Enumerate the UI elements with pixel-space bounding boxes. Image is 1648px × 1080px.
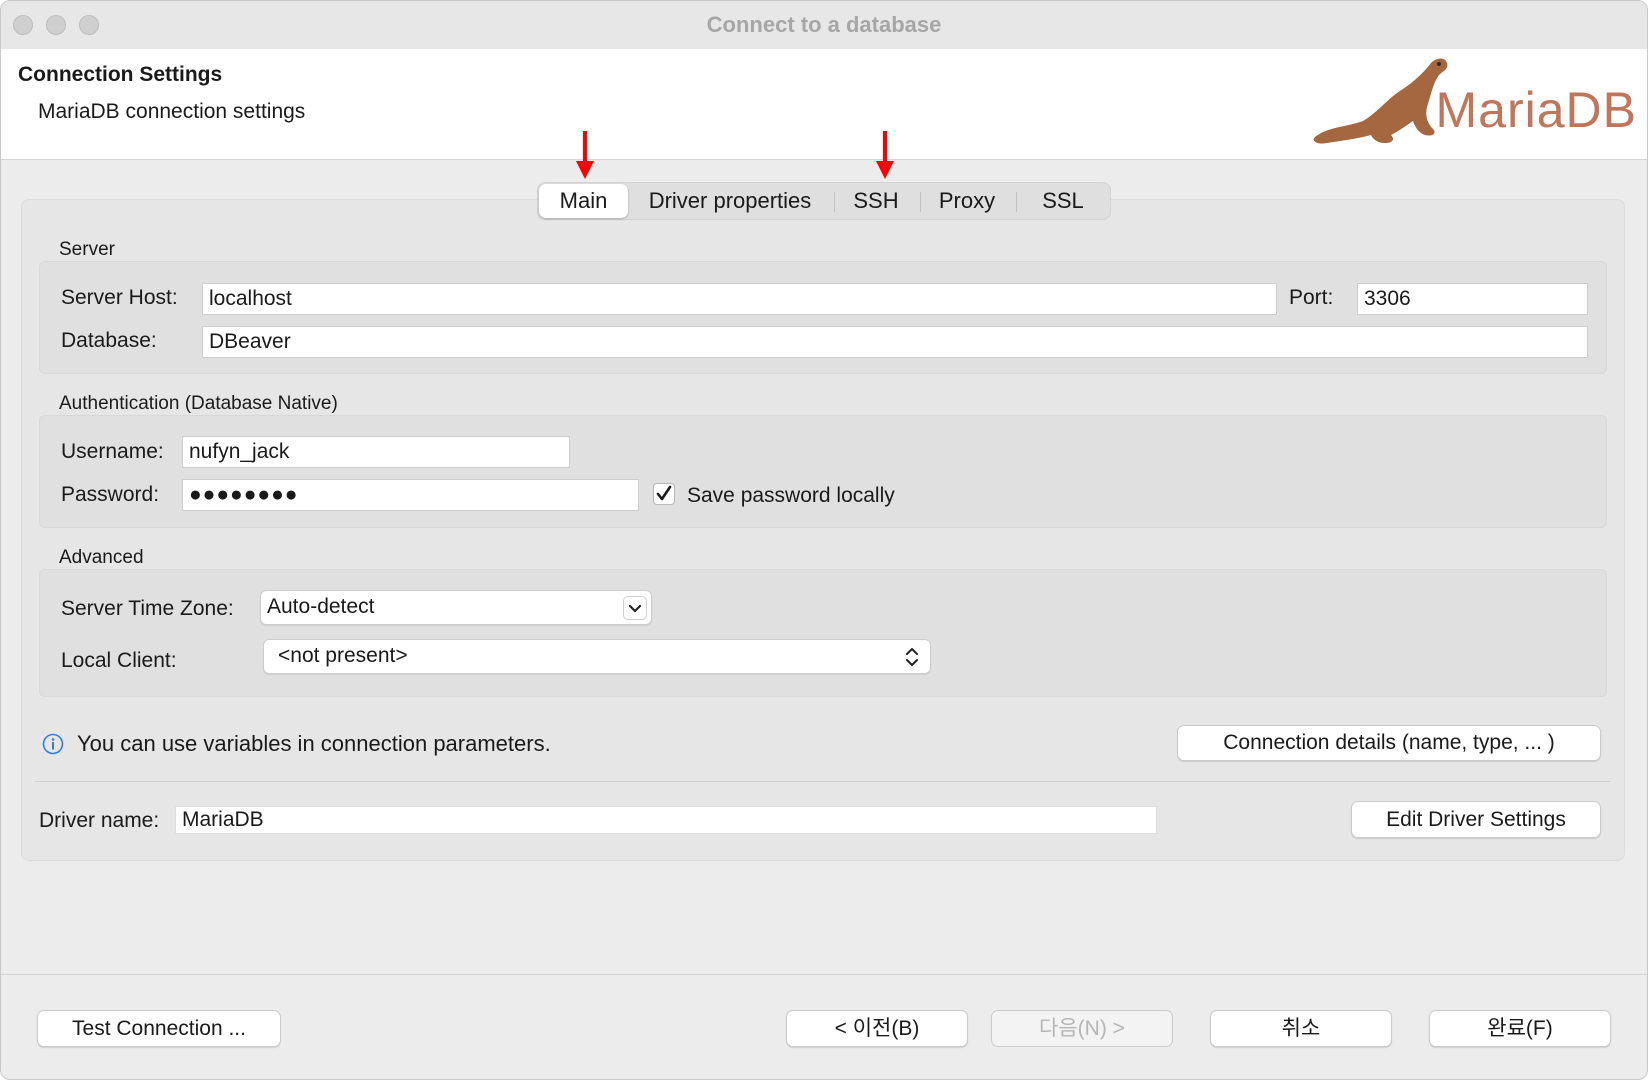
dialog-window: Connect to a database Connection Setting… [0, 0, 1648, 1080]
driver-name-field: MariaDB [175, 806, 1157, 834]
username-input[interactable]: nufyn_jack [182, 436, 570, 468]
advanced-group-title: Advanced [59, 547, 144, 568]
tab-separator [1016, 192, 1017, 212]
server-host-label: Server Host: [61, 286, 178, 309]
database-label: Database: [61, 329, 157, 352]
local-client-select[interactable]: <not present> [263, 639, 931, 674]
tab-main[interactable]: Main [539, 184, 628, 218]
divider [35, 781, 1611, 782]
driver-name-label: Driver name: [39, 809, 160, 832]
cancel-button[interactable]: 취소 [1210, 1010, 1392, 1047]
auth-group-title: Authentication (Database Native) [59, 393, 338, 414]
window-title: Connect to a database [706, 12, 942, 37]
tab-proxy[interactable]: Proxy [922, 183, 1012, 219]
server-host-input[interactable]: localhost [202, 283, 1277, 315]
tab-separator [920, 192, 921, 212]
info-icon [42, 733, 64, 755]
header-title: Connection Settings [18, 63, 223, 86]
edit-driver-settings-button[interactable]: Edit Driver Settings [1351, 801, 1601, 838]
database-input[interactable]: DBeaver [202, 326, 1588, 358]
red-arrow-annotation [876, 131, 894, 179]
timezone-select[interactable]: Auto-detect [260, 590, 652, 625]
sea-lion-icon [1313, 58, 1448, 144]
save-password-label[interactable]: Save password locally [687, 484, 895, 508]
logo-text: MariaDB [1435, 82, 1637, 138]
save-password-checkbox[interactable] [653, 483, 675, 505]
server-group-title: Server [59, 239, 115, 260]
connection-details-button[interactable]: Connection details (name, type, ... ) [1177, 725, 1601, 761]
footer-divider [1, 974, 1647, 975]
up-down-chevron-icon [906, 648, 918, 666]
header-subtitle: MariaDB connection settings [38, 100, 306, 123]
password-label: Password: [61, 483, 160, 506]
title-bar: Connect to a database [1, 1, 1647, 49]
dialog-header: Connection Settings MariaDB connection s… [1, 49, 1647, 160]
tab-driver-properties[interactable]: Driver properties [630, 183, 830, 219]
test-connection-button[interactable]: Test Connection ... [37, 1010, 281, 1047]
tab-bar: Main Driver properties SSH Proxy SSL [537, 182, 1111, 220]
timezone-value: Auto-detect [267, 595, 375, 618]
tab-separator [834, 192, 835, 212]
timezone-label: Server Time Zone: [61, 597, 234, 620]
tab-ssl[interactable]: SSL [1018, 183, 1108, 219]
local-client-label: Local Client: [61, 649, 177, 672]
username-label: Username: [61, 440, 164, 463]
local-client-value: <not present> [278, 644, 408, 667]
tab-ssh[interactable]: SSH [836, 183, 916, 219]
back-button[interactable]: < 이전(B) [786, 1010, 968, 1047]
port-label: Port: [1289, 286, 1334, 309]
port-input[interactable]: 3306 [1357, 283, 1588, 315]
next-button[interactable]: 다음(N) > [991, 1010, 1173, 1047]
variables-info-text: You can use variables in connection para… [77, 731, 551, 756]
chevron-down-icon[interactable] [623, 596, 647, 620]
finish-button[interactable]: 완료(F) [1429, 1010, 1611, 1047]
advanced-group [39, 569, 1607, 697]
red-arrow-annotation [576, 131, 594, 179]
password-input[interactable]: ●●●●●●●● [182, 479, 639, 511]
auth-group [39, 415, 1607, 528]
mariadb-logo: MariaDB [1307, 51, 1643, 155]
checkmark-icon [656, 485, 672, 501]
